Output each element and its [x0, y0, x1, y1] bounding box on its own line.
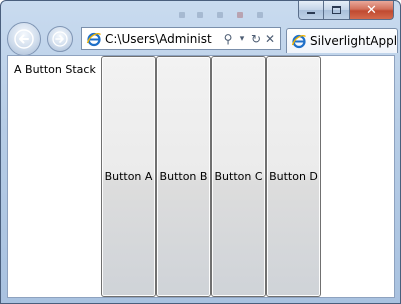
minimize-button[interactable] — [298, 1, 324, 20]
button-c[interactable]: Button C — [211, 56, 266, 297]
caption-buttons: ✕ — [298, 1, 394, 21]
maximize-button[interactable] — [324, 1, 350, 20]
stack-label: A Button Stack — [14, 63, 96, 76]
address-url[interactable]: C:\Users\Administ — [105, 32, 221, 46]
stop-icon[interactable]: ✕ — [263, 31, 277, 47]
forward-button[interactable] — [47, 26, 73, 52]
browser-window: ✕ C:\Users\Administ ⚲ ▾ ↻ ✕ SilverlightA… — [0, 0, 401, 304]
tab-title: SilverlightAppl — [310, 34, 398, 48]
refresh-icon[interactable]: ↻ — [249, 31, 263, 47]
decorative-glyph — [237, 12, 243, 18]
decorative-glyph — [257, 12, 263, 18]
search-icon[interactable]: ⚲ — [221, 31, 235, 47]
decorative-glyph — [197, 12, 203, 18]
ie-page-icon — [86, 32, 101, 46]
decorative-glyph — [179, 12, 185, 18]
close-icon: ✕ — [366, 2, 377, 18]
decorative-glyph — [217, 12, 223, 18]
maximize-icon — [332, 6, 341, 14]
back-button[interactable] — [7, 22, 41, 56]
button-d[interactable]: Button D — [266, 56, 321, 297]
minimize-icon — [307, 12, 315, 14]
close-button[interactable]: ✕ — [350, 1, 394, 20]
address-bar[interactable]: C:\Users\Administ ⚲ ▾ ↻ ✕ — [81, 27, 281, 50]
ie-tab-icon — [291, 34, 306, 49]
button-a[interactable]: Button A — [101, 56, 156, 297]
back-arrow-icon — [14, 29, 34, 49]
chevron-down-icon[interactable]: ▾ — [235, 31, 249, 47]
tab-silverlight-app[interactable]: SilverlightAppl — [286, 28, 398, 53]
page-content: A Button Stack Button A Button B Button … — [7, 55, 395, 298]
forward-arrow-icon — [52, 31, 68, 47]
button-b[interactable]: Button B — [156, 56, 211, 297]
address-tools: ⚲ ▾ ↻ ✕ — [221, 31, 280, 47]
